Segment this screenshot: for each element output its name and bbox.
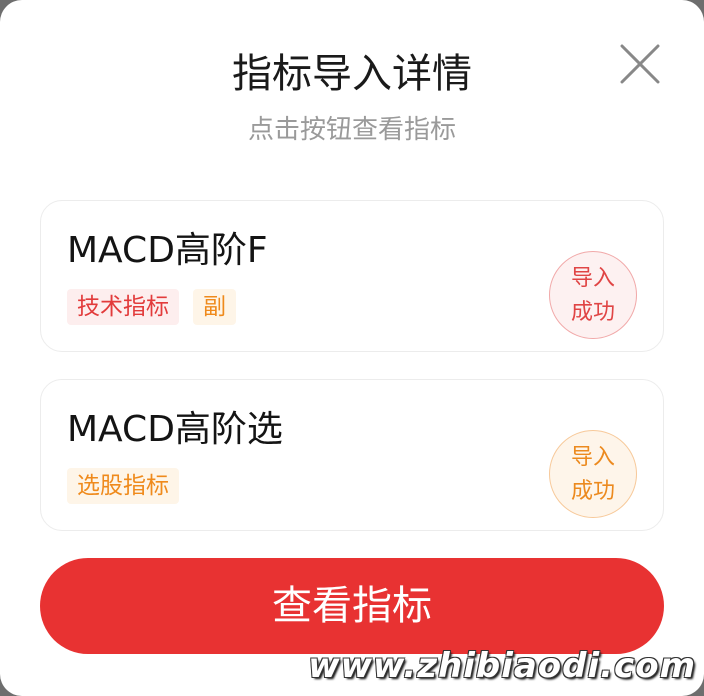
indicator-import-dialog: 指标导入详情 点击按钮查看指标 MACD高阶F 技术指标副 导入 成功 MACD… (0, 0, 704, 696)
badge-line-1: 导入 (570, 445, 615, 470)
indicator-card[interactable]: MACD高阶F 技术指标副 导入 成功 (40, 200, 664, 352)
import-success-badge: 导入 成功 (549, 430, 637, 518)
dialog-title: 指标导入详情 (232, 51, 472, 97)
indicator-name: MACD高阶F (67, 230, 268, 271)
indicator-name: MACD高阶选 (67, 409, 283, 450)
indicator-tags: 技术指标副 (67, 289, 250, 325)
indicator-position-tag: 副 (193, 289, 236, 325)
indicator-tags: 选股指标 (67, 468, 193, 504)
site-watermark: www.zhibiaodi.com (308, 646, 696, 686)
indicator-type-tag: 选股指标 (67, 468, 179, 504)
dialog-subtitle: 点击按钮查看指标 (247, 115, 456, 145)
close-icon[interactable] (616, 40, 664, 88)
indicator-card[interactable]: MACD高阶选 选股指标 导入 成功 (40, 379, 664, 531)
import-success-badge: 导入 成功 (549, 251, 637, 339)
view-indicators-button[interactable]: 查看指标 (40, 558, 664, 654)
badge-line-1: 导入 (570, 266, 615, 291)
badge-line-2: 成功 (570, 300, 615, 325)
badge-line-2: 成功 (570, 479, 615, 504)
indicator-type-tag: 技术指标 (67, 289, 179, 325)
